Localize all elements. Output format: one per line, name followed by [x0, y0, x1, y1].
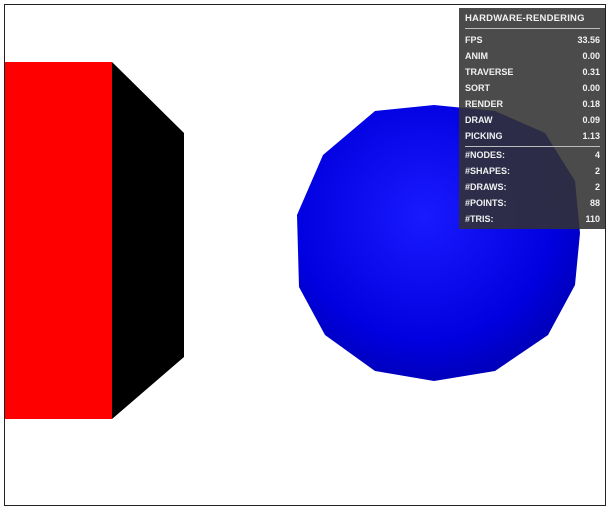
stat-row: DRAW 0.09: [465, 112, 600, 128]
stat-row: FPS 33.56: [465, 32, 600, 48]
stat-label: TRAVERSE: [465, 67, 514, 77]
stat-row: #NODES: 4: [465, 147, 600, 163]
timing-stats: FPS 33.56 ANIM 0.00 TRAVERSE 0.31 SORT 0.00 REND…: [465, 32, 600, 144]
stat-row: SORT 0.00: [465, 80, 600, 96]
stat-value: 4: [594, 150, 600, 160]
box-side-face[interactable]: [112, 62, 184, 419]
stat-value: 0.31: [582, 67, 600, 77]
stat-value: 0.18: [582, 99, 600, 109]
stat-row: #TRIS: 110: [465, 211, 600, 227]
stat-value: 1.13: [582, 131, 600, 141]
stat-label: SORT: [465, 83, 491, 93]
stat-label: DRAW: [465, 115, 493, 125]
stat-value: 0.00: [582, 51, 600, 61]
stat-value: 0.00: [582, 83, 600, 93]
stat-label: ANIM: [465, 51, 488, 61]
rendering-stats-panel: HARDWARE-RENDERING FPS 33.56 ANIM 0.00 TRAVE…: [459, 8, 605, 229]
stat-value: 88: [589, 198, 600, 208]
stat-row: #DRAWS: 2: [465, 179, 600, 195]
stat-value: 0.09: [582, 115, 600, 125]
stat-value: 33.56: [577, 35, 600, 45]
stat-label: #SHAPES:: [465, 166, 511, 176]
stat-row: #SHAPES: 2: [465, 163, 600, 179]
count-stats: #NODES: 4 #SHAPES: 2 #DRAWS: 2 #POINTS: 88 #TRIS…: [465, 147, 600, 227]
stat-label: FPS: [465, 35, 483, 45]
box-front-face[interactable]: [5, 62, 112, 419]
stat-label: #TRIS:: [465, 214, 494, 224]
3d-viewport[interactable]: HARDWARE-RENDERING FPS 33.56 ANIM 0.00 TRAVE…: [4, 4, 606, 506]
stat-label: #DRAWS:: [465, 182, 507, 192]
stat-row: ANIM 0.00: [465, 48, 600, 64]
stat-value: 110: [585, 214, 600, 224]
stat-value: 2: [594, 182, 600, 192]
stat-row: RENDER 0.18: [465, 96, 600, 112]
stat-row: #POINTS: 88: [465, 195, 600, 211]
stat-label: PICKING: [465, 131, 503, 141]
stat-row: TRAVERSE 0.31: [465, 64, 600, 80]
stat-label: #POINTS:: [465, 198, 507, 208]
stat-label: RENDER: [465, 99, 504, 109]
stat-value: 2: [594, 166, 600, 176]
stat-row: PICKING 1.13: [465, 128, 600, 144]
stats-title: HARDWARE-RENDERING: [465, 13, 600, 29]
stat-label: #NODES:: [465, 150, 506, 160]
